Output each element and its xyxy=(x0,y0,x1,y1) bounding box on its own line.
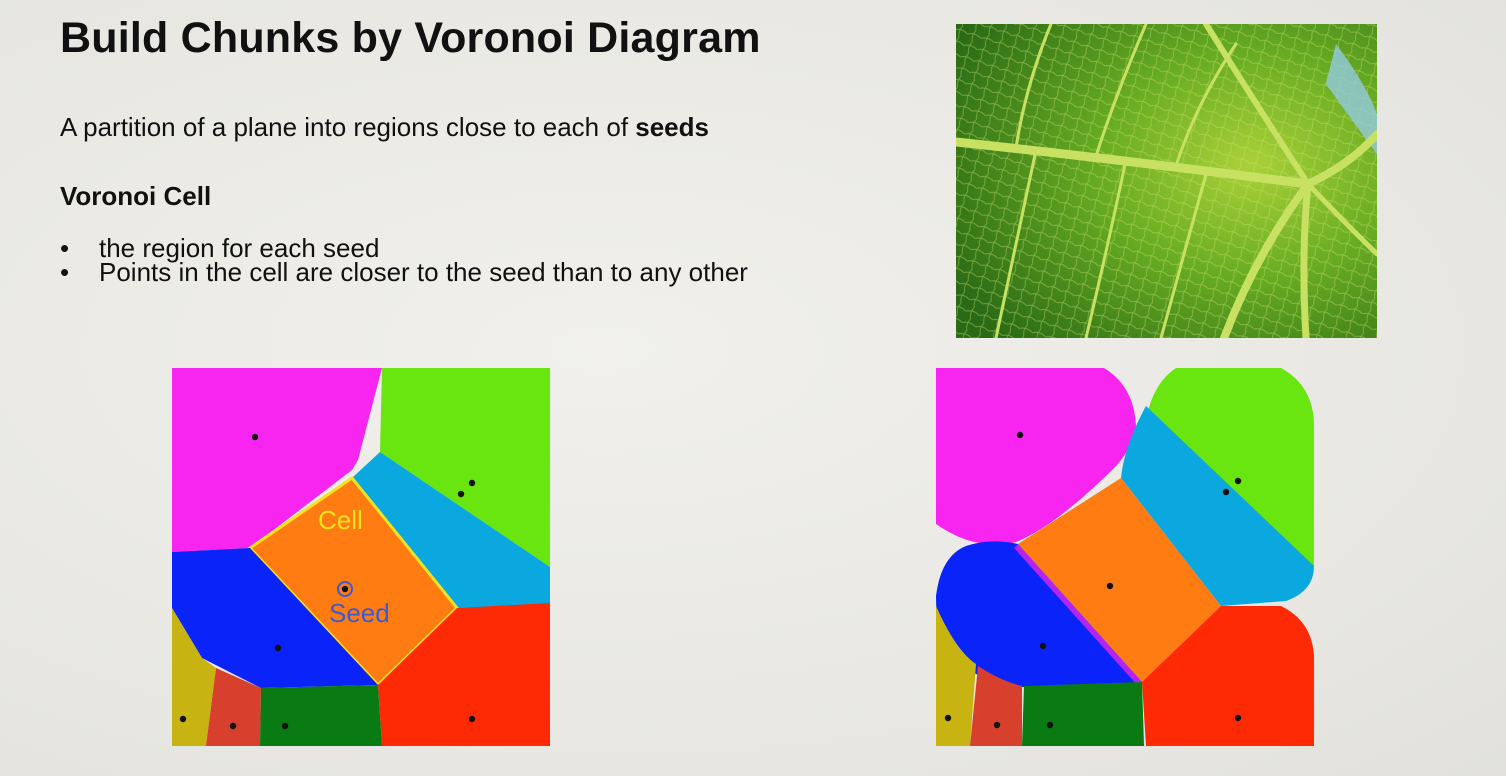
seed-point xyxy=(229,722,237,730)
seed-point xyxy=(251,433,259,441)
seed-point xyxy=(1016,431,1024,439)
subtitle-bold-text: seeds xyxy=(635,112,709,142)
subtitle-text: A partition of a plane into regions clos… xyxy=(60,112,636,142)
seed-point xyxy=(1234,477,1242,485)
seed-point xyxy=(944,714,952,722)
slide-subtitle: A partition of a plane into regions clos… xyxy=(60,112,709,143)
section-heading: Voronoi Cell xyxy=(60,181,212,211)
seed-point xyxy=(468,715,476,723)
highlighted-seed-point xyxy=(341,585,349,593)
voronoi-diagram-left: Cell Seed xyxy=(172,368,550,746)
cell-label: Cell xyxy=(318,505,363,535)
bullet-dot: • xyxy=(60,257,70,287)
chunk-darkgreen xyxy=(1022,682,1144,746)
seed-point xyxy=(468,479,476,487)
seed-point xyxy=(1106,582,1114,590)
seed-point xyxy=(281,722,289,730)
leaf-photo xyxy=(956,24,1377,338)
seed-point xyxy=(993,721,1001,729)
voronoi-diagram-right xyxy=(936,368,1314,746)
seed-point xyxy=(1222,488,1230,496)
bullet-text: Points in the cell are closer to the see… xyxy=(99,257,748,287)
cell-darkgreen xyxy=(260,685,382,746)
seed-point xyxy=(179,715,187,723)
seed-point xyxy=(1046,721,1054,729)
seed-point xyxy=(274,644,282,652)
seed-point xyxy=(1039,642,1047,650)
slide-title: Build Chunks by Voronoi Diagram xyxy=(60,14,761,62)
seed-label: Seed xyxy=(329,598,390,628)
seed-point xyxy=(1234,714,1242,722)
seed-point xyxy=(457,490,465,498)
